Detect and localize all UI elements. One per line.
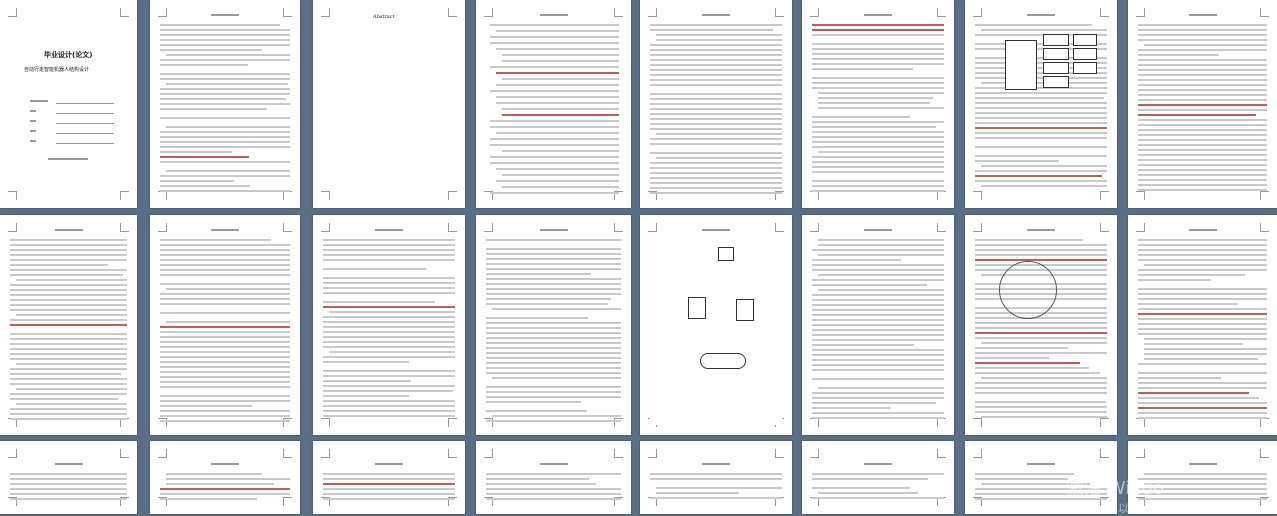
- robot-part: [688, 297, 706, 319]
- document-page[interactable]: [802, 0, 954, 208]
- document-page[interactable]: [802, 441, 954, 514]
- document-page[interactable]: [313, 215, 465, 435]
- document-page[interactable]: [476, 215, 631, 435]
- diagram-block: [1073, 34, 1097, 46]
- document-page[interactable]: [1128, 215, 1277, 435]
- diagram-block: [1043, 76, 1069, 88]
- document-page[interactable]: [1128, 0, 1277, 208]
- wheel-sketch: [999, 261, 1057, 319]
- document-page[interactable]: [476, 0, 631, 208]
- document-page[interactable]: [313, 441, 465, 514]
- track-sketch: [700, 353, 746, 369]
- document-page[interactable]: [0, 215, 137, 435]
- abstract-heading: Abstract: [373, 14, 395, 20]
- diagram-block: [1073, 62, 1097, 74]
- document-page[interactable]: [640, 0, 792, 208]
- diagram-block: [1043, 34, 1069, 46]
- document-page[interactable]: [0, 441, 137, 514]
- document-page[interactable]: [802, 215, 954, 435]
- robot-part: [736, 299, 754, 321]
- document-page[interactable]: [150, 441, 300, 514]
- document-page[interactable]: [965, 215, 1117, 435]
- document-page[interactable]: [476, 441, 631, 514]
- document-page[interactable]: [150, 215, 300, 435]
- document-page[interactable]: [965, 0, 1117, 208]
- thesis-heading: 毕业设计(论文): [44, 51, 93, 59]
- diagram-block: [1043, 48, 1069, 60]
- diagram-block: [1043, 62, 1069, 74]
- thesis-subtitle: 自动行走智能机器人结构设计: [24, 67, 90, 73]
- document-page[interactable]: [640, 215, 792, 435]
- diagram-block: [1073, 48, 1097, 60]
- diagram-block: [1005, 40, 1037, 90]
- abstract-page[interactable]: Abstract: [313, 0, 465, 208]
- robot-part: [718, 247, 734, 261]
- document-page[interactable]: [150, 0, 300, 208]
- title-page[interactable]: 毕业设计(论文) 自动行走智能机器人结构设计: [0, 0, 137, 208]
- activation-notice-title: 激活 Windo: [1066, 478, 1164, 499]
- document-page[interactable]: [640, 441, 792, 514]
